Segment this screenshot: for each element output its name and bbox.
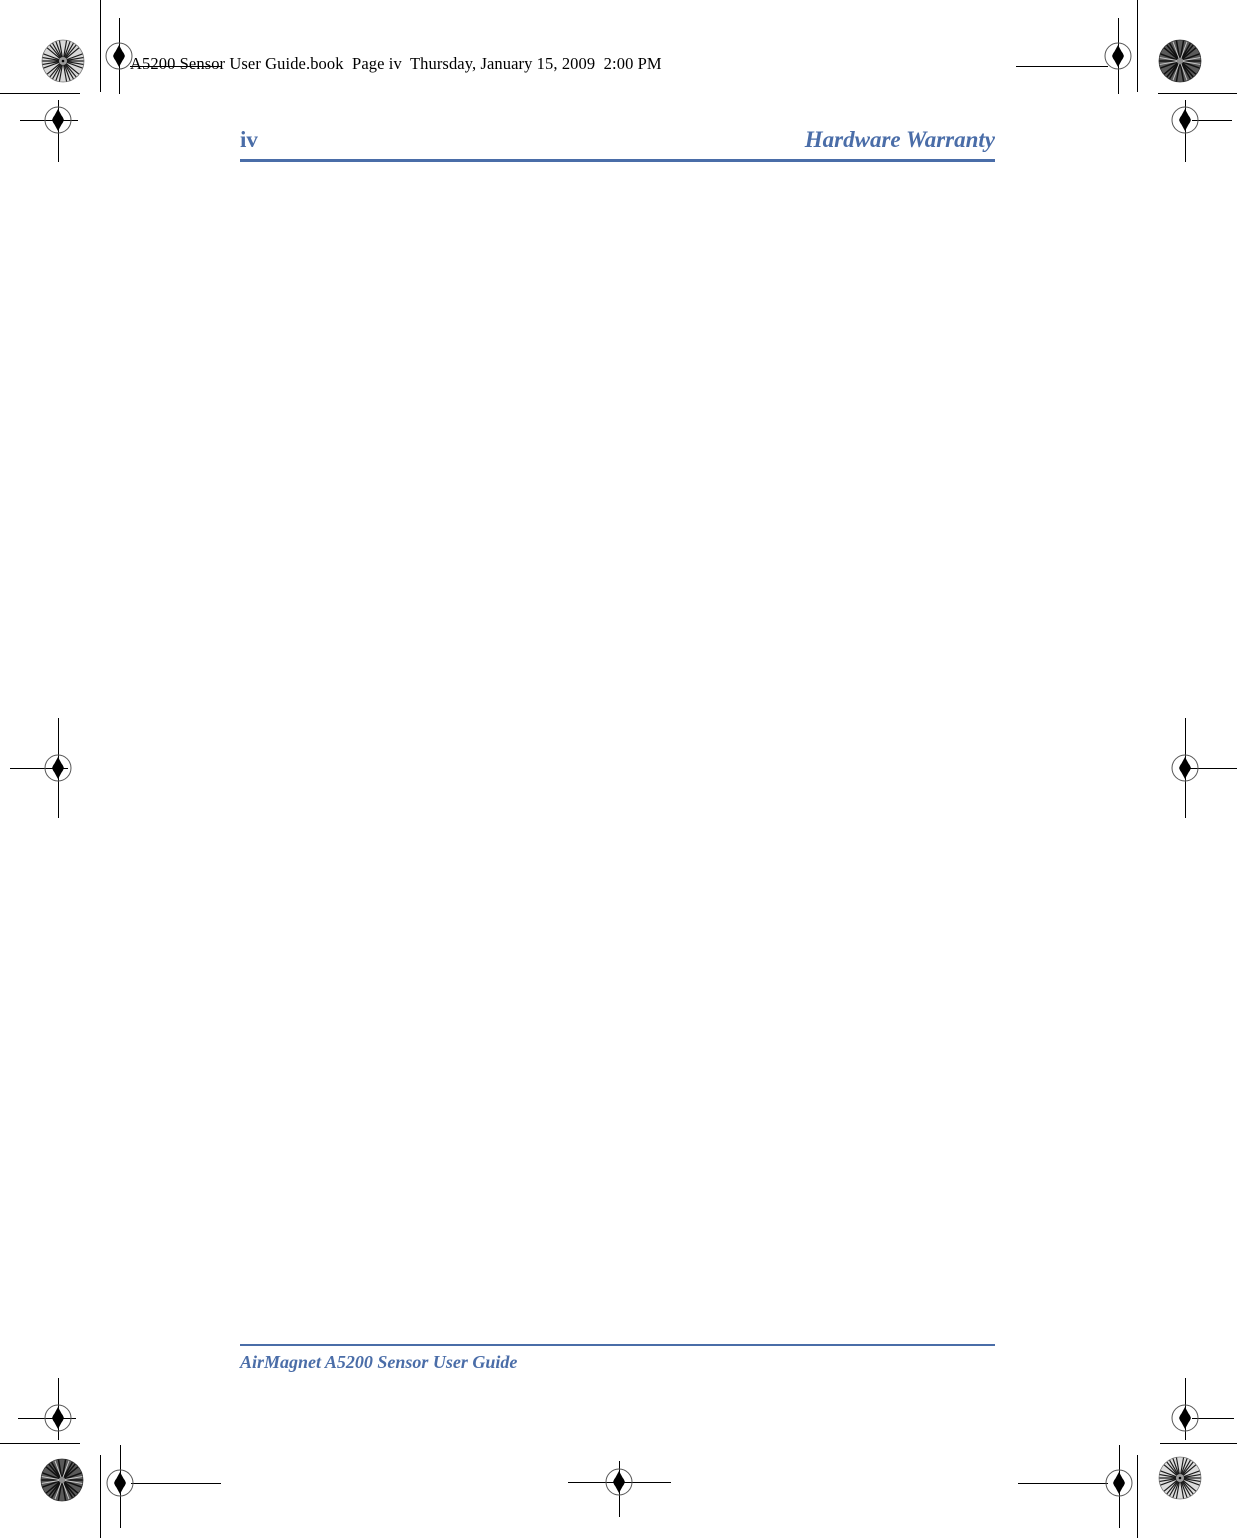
crop-line-upper-right-horizontal xyxy=(1158,93,1237,94)
chapter-title: Hardware Warranty xyxy=(804,127,995,152)
crop-line-bottom-left-vertical xyxy=(100,1455,101,1538)
registration-mark-top-right-outer xyxy=(1100,38,1136,74)
registration-mark-middle-left xyxy=(40,750,76,786)
star-target-top-right xyxy=(1158,39,1202,83)
registration-mark-bottom-right-outer xyxy=(1101,1465,1137,1501)
crop-line-bottom-left-mark-horizontal xyxy=(131,1483,221,1484)
registration-mark-middle-right xyxy=(1167,750,1203,786)
star-target-top-left xyxy=(41,39,85,83)
registration-mark-top-left-inner xyxy=(40,102,76,138)
book-file-banner: A5200 Sensor User Guide.book Page iv Thu… xyxy=(130,54,662,73)
crop-line-lower-right-horizontal xyxy=(1160,1443,1237,1444)
header-rule xyxy=(240,159,995,162)
crop-line-top-right-vertical xyxy=(1137,0,1138,92)
footer-rule xyxy=(240,1344,995,1346)
crop-line-top-right-mark-horizontal xyxy=(1016,66,1108,67)
running-header: iv Hardware Warranty xyxy=(240,128,995,151)
crop-line-upper-left-horizontal xyxy=(0,93,80,94)
crop-line-bottom-right-vertical xyxy=(1137,1455,1138,1538)
registration-mark-bottom-left-outer xyxy=(102,1465,138,1501)
star-target-bottom-right xyxy=(1158,1456,1202,1500)
page-body xyxy=(240,180,995,1320)
registration-mark-bottom-left-inner xyxy=(40,1400,76,1436)
registration-mark-bottom-center xyxy=(601,1464,637,1500)
registration-mark-top-right-inner xyxy=(1167,102,1203,138)
registration-mark-bottom-right-inner xyxy=(1167,1400,1203,1436)
page-folio: iv xyxy=(240,127,258,152)
document-page: A5200 Sensor User Guide.book Page iv Thu… xyxy=(0,0,1237,1538)
guide-title-footer: AirMagnet A5200 Sensor User Guide xyxy=(240,1352,518,1372)
crop-line-bottom-right-mark-horizontal xyxy=(1018,1483,1108,1484)
star-target-bottom-left xyxy=(40,1458,84,1502)
crop-line-lower-left-horizontal xyxy=(0,1443,80,1444)
